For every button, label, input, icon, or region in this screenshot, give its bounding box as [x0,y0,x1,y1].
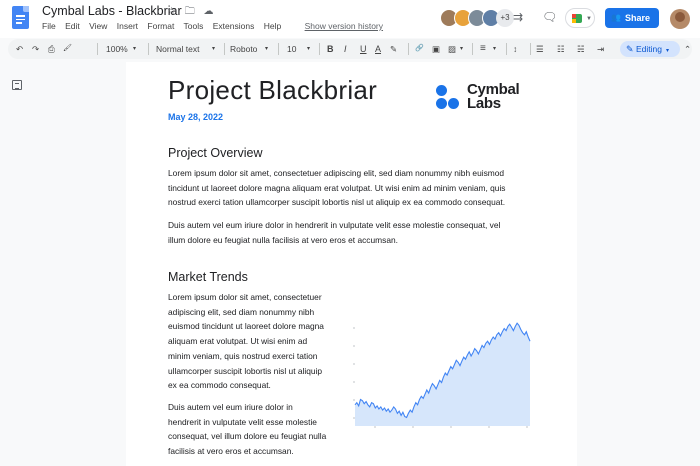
indent-icon[interactable]: ⇥ [597,39,604,59]
paragraph[interactable]: Lorem ipsum dolor sit amet, consectetuer… [168,290,324,393]
text-line: illum dolore eu feugiat nulla facilisis … [168,234,398,245]
redo-icon[interactable]: ↷ [32,39,39,59]
divider [319,43,320,55]
chevron-down-icon: ▼ [586,16,592,22]
menu-edit[interactable]: Edit [65,21,80,31]
text-line: minim veniam, quis nostrud exerci tation [168,350,318,361]
divider [97,43,98,55]
highlight-icon[interactable]: ✎ [390,39,397,59]
divider [278,43,279,55]
version-history-link[interactable]: Show version history [305,21,383,31]
account-avatar[interactable] [670,9,690,29]
text-line: facilisis at vero eros et accumsan. [168,446,294,457]
share-button[interactable]: Share [605,8,659,28]
chevron-down-icon[interactable]: ▾ [212,39,215,59]
add-comment-icon[interactable]: ▣ [432,39,440,59]
text-line: aliquam erat volutpat. Ut wisi enim ad [168,336,308,347]
divider [408,43,409,55]
text-line: tincidunt ut laoreet dolore magna aliqua… [168,182,506,193]
print-icon[interactable]: ⎙ [48,39,55,59]
paragraph[interactable]: Lorem ipsum dolor sit amet, consectetuer… [168,166,506,210]
paragraph[interactable]: Duis autem vel eum iriure dolor in hendr… [168,400,326,459]
divider [148,43,149,55]
undo-icon[interactable]: ↶ [16,39,23,59]
section-heading[interactable]: Market Trends [168,270,248,284]
collapse-menus-icon[interactable]: ⌃ [684,39,691,59]
chevron-down-icon: ▾ [666,48,670,54]
meet-icon [572,14,582,23]
star-move-cloud-icons[interactable]: ☆ 🗀 ☁ [167,4,217,21]
checklist-icon[interactable]: ☰ [536,39,544,59]
document-heading[interactable]: Project Blackbriar [168,75,377,106]
line-spacing-icon[interactable]: ↕ [513,39,517,59]
section-heading[interactable]: Project Overview [168,146,262,160]
text-line: ullamcorper suscipit lobortis nisl ut al… [168,365,323,376]
style-select[interactable]: Normal text [156,39,199,59]
text-line: nostrud exerci tation ullamcorper suscip… [168,197,506,208]
menu-view[interactable]: View [89,21,107,31]
align-icon[interactable]: ≡ [480,39,486,59]
text-line: euismod tincidunt ut laoreet dolore magn… [168,321,324,332]
menu-help[interactable]: Help [264,21,281,31]
zoom-select[interactable]: 100% [106,39,128,59]
paragraph[interactable]: Duis autem vel eum iriure dolor in hendr… [168,218,500,247]
font-select[interactable]: Roboto [230,39,257,59]
document-outline-icon[interactable] [12,80,22,90]
editing-mode-label: Editing [636,44,662,54]
chevron-down-icon[interactable]: ▾ [307,39,310,59]
text-color-button[interactable]: A [375,39,381,59]
app-header: Cymbal Labs - Blackbriar ☆ 🗀 ☁ File Edit… [0,0,700,38]
divider [472,43,473,55]
menu-format[interactable]: Format [147,21,174,31]
text-line: Lorem ipsum dolor sit amet, consectetuer… [168,168,505,178]
text-line: adipiscing elit, sed diam nonummy nibh [168,306,315,317]
menu-file[interactable]: File [42,21,56,31]
numbered-list-icon[interactable]: ☵ [577,39,585,59]
document-title[interactable]: Cymbal Labs - Blackbriar [42,4,182,18]
insert-image-icon[interactable]: ▨ [448,39,456,59]
presentation-icon[interactable]: ⇉ [513,10,523,24]
menu-insert[interactable]: Insert [117,21,138,31]
docs-logo-icon[interactable] [12,6,29,29]
comment-history-icon[interactable]: 🗨 [542,10,557,24]
menu-tools[interactable]: Tools [184,21,204,31]
bold-button[interactable]: B [327,39,334,59]
italic-button[interactable]: I [344,39,347,59]
cymbal-logo-text: Cymbal Labs [467,82,520,112]
meet-button[interactable]: ▼ [565,8,595,28]
text-line: ex ea commodo consequat. [168,380,271,391]
google-docs-window: Cymbal Labs - Blackbriar ☆ 🗀 ☁ File Edit… [0,0,700,466]
paint-format-icon[interactable]: 🖌 [63,39,72,59]
text-line: Duis autem vel eum iriure dolor in hendr… [168,220,501,230]
menu-extensions[interactable]: Extensions [213,21,255,31]
logo-text-line: Labs [467,95,501,112]
bulleted-list-icon[interactable]: ☷ [557,39,565,59]
document-date[interactable]: May 28, 2022 [168,112,223,122]
market-trend-chart[interactable] [347,316,534,432]
chevron-down-icon[interactable]: ▾ [493,39,496,59]
text-line: Lorem ipsum dolor sit amet, consectetuer [168,292,322,302]
text-line: consequat, vel illum dolore eu feugiat n… [168,431,327,442]
font-size-select[interactable]: 10 [287,39,296,59]
cymbal-logo-icon [435,83,465,113]
divider [530,43,531,55]
editing-mode-button[interactable]: Editing ▾ [620,41,680,57]
chevron-down-icon[interactable]: ▾ [133,39,136,59]
underline-button[interactable]: U [360,39,367,59]
menu-bar: File Edit View Insert Format Tools Exten… [42,21,390,31]
chevron-down-icon[interactable]: ▾ [460,39,463,59]
toolbar: ↶ ↷ ⎙ 🖌 100% ▾ Normal text ▾ Roboto ▾ 10… [8,39,692,59]
text-line: Duis autem vel eum iriure dolor in [168,402,293,412]
chevron-down-icon[interactable]: ▾ [265,39,268,59]
text-line: hendrerit in vulputate velit esse molest… [168,416,317,427]
divider [224,43,225,55]
link-icon[interactable]: 🔗 [415,39,424,59]
divider [506,43,507,55]
more-collaborators-badge[interactable]: +3 [496,9,514,27]
